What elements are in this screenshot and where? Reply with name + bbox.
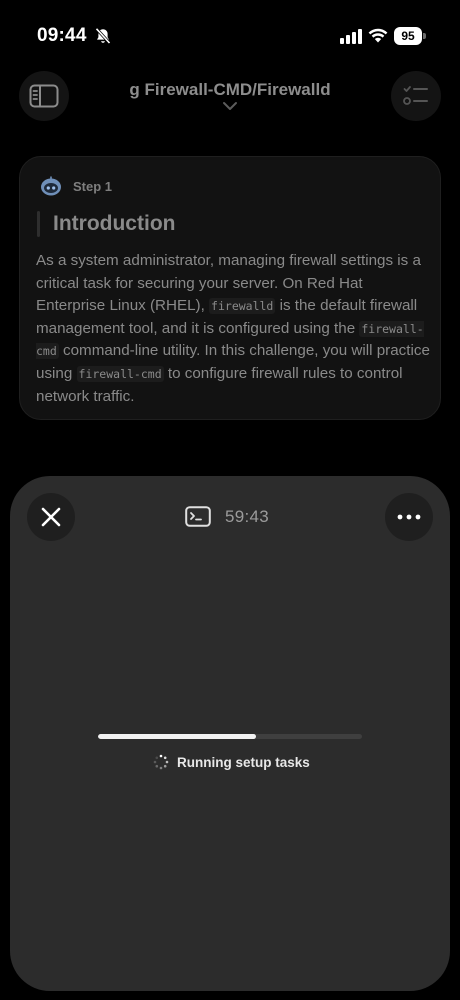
cellular-signal-icon (340, 29, 362, 44)
status-bar: 09:44 95 (0, 0, 460, 60)
close-button[interactable] (27, 493, 75, 541)
terminal-icon (185, 506, 211, 527)
screen: 09:44 95 g Firewall-CMD/Firewalld Step 1… (0, 0, 460, 1000)
setup-progress-bar (98, 734, 362, 739)
step-card: Step 1 Introduction As a system administ… (19, 156, 441, 420)
battery-cap (423, 33, 426, 39)
terminal-sheet: 59:43 Running setup tasks (10, 476, 450, 991)
checklist-button[interactable] (391, 71, 441, 121)
battery-level: 95 (394, 27, 422, 45)
close-icon (41, 507, 61, 527)
setup-status: Running setup tasks (153, 754, 310, 770)
checklist-icon (403, 86, 428, 105)
section-heading: Introduction (53, 212, 176, 235)
robot-icon (41, 176, 61, 196)
inline-code: firewalld (209, 298, 276, 315)
session-timer: 59:43 (185, 506, 269, 527)
wifi-icon (368, 28, 388, 43)
chevron-down-icon[interactable] (222, 101, 238, 111)
sidebar-toggle-icon (29, 84, 59, 108)
more-horizontal-icon (397, 514, 421, 520)
bell-slash-icon (95, 27, 111, 45)
battery-icon: 95 (394, 27, 426, 45)
status-text: Running setup tasks (177, 754, 310, 770)
inline-code: firewall-cmd (76, 365, 164, 382)
heading-accent-bar (37, 211, 40, 237)
timer-text: 59:43 (225, 506, 270, 526)
status-time: 09:44 (37, 25, 87, 46)
spinner-icon (153, 754, 169, 770)
more-options-button[interactable] (385, 493, 433, 541)
step-header: Step 1 (40, 176, 112, 196)
page-title[interactable]: g Firewall-CMD/Firewalld (60, 80, 400, 100)
setup-progress-fill (98, 734, 257, 739)
step-label: Step 1 (73, 178, 113, 194)
intro-paragraph: As a system administrator, managing fire… (36, 250, 436, 408)
